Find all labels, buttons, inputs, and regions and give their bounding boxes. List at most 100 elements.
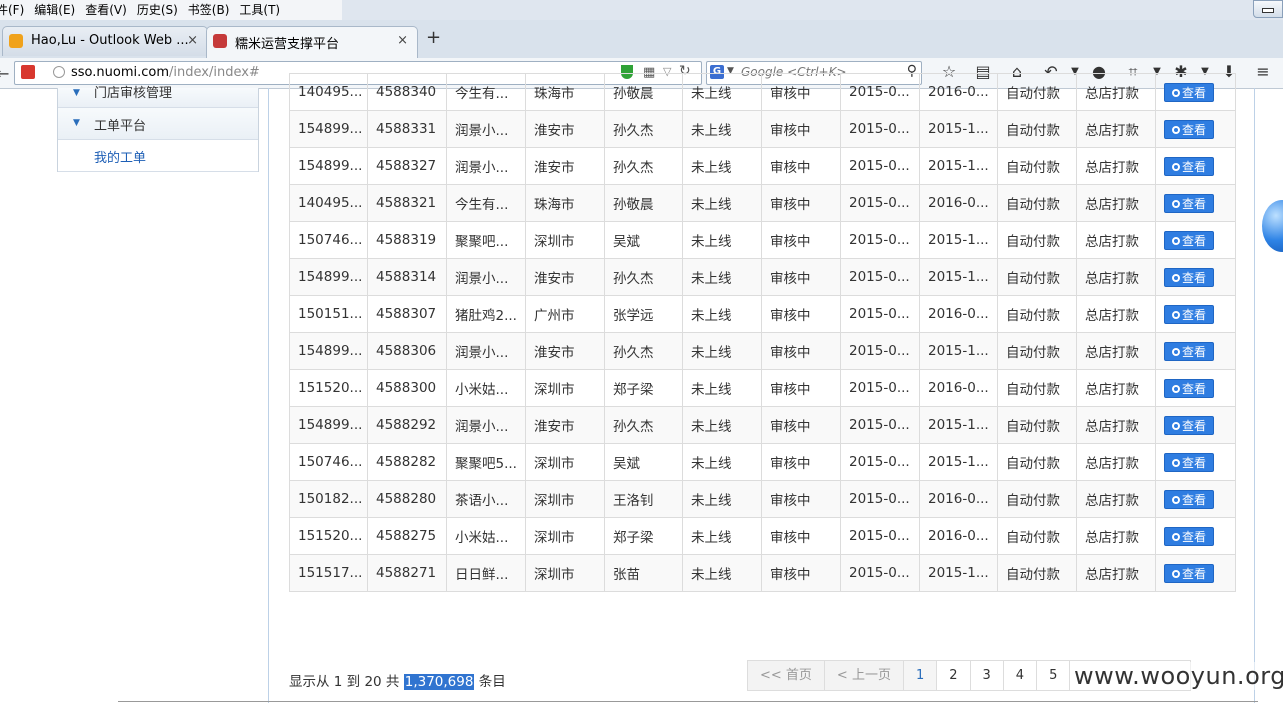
eye-icon [1171, 569, 1180, 578]
table-row: 150746... 4588319 聚聚吧... 深圳市 吴斌 未上线 审核中 2015-0.… [289, 221, 1236, 259]
action-cell: 查看 [1155, 406, 1236, 444]
table-cell: 王洛钊 [604, 480, 683, 518]
table-cell: 审核中 [761, 480, 841, 518]
table-cell: 未上线 [682, 406, 762, 444]
table-cell: 今生有... [446, 184, 526, 222]
page-button-4[interactable]: 4 [1002, 660, 1038, 691]
action-cell: 查看 [1155, 517, 1236, 555]
menu-item[interactable]: 历史(S) [137, 0, 178, 20]
view-button[interactable]: 查看 [1164, 119, 1214, 139]
view-button[interactable]: 查看 [1164, 267, 1214, 287]
view-button[interactable]: 查看 [1164, 193, 1214, 213]
menu-bar: 件(F)编辑(E)查看(V)历史(S)书签(B)工具(T)帮助(H) [0, 0, 342, 37]
view-button[interactable]: 查看 [1164, 415, 1214, 435]
table-cell: 总店打款 [1076, 110, 1156, 148]
table-cell: 淮安市 [525, 258, 605, 296]
table-cell: 今生有... [446, 73, 526, 111]
close-tab-icon[interactable]: × [397, 33, 408, 48]
table-cell: 未上线 [682, 258, 762, 296]
table-cell: 深圳市 [525, 480, 605, 518]
table-cell: 151520... [289, 369, 368, 407]
title-bar [342, 0, 1283, 20]
sidebar-item-my-workorders[interactable]: 我的工单 [58, 140, 258, 172]
table-cell: 茶语小... [446, 480, 526, 518]
prev-page-button[interactable]: < 上一页 [823, 660, 904, 691]
floating-assistant-icon[interactable] [1262, 200, 1283, 252]
table-cell: 深圳市 [525, 554, 605, 592]
view-button[interactable]: 查看 [1164, 230, 1214, 250]
view-button[interactable]: 查看 [1164, 452, 1214, 472]
table-cell: 审核中 [761, 221, 841, 259]
view-button[interactable]: 查看 [1164, 526, 1214, 546]
eye-icon [1171, 162, 1180, 171]
table-cell: 未上线 [682, 110, 762, 148]
table-cell: 润景小... [446, 332, 526, 370]
sidebar-item-label: 工单平台 [94, 119, 147, 134]
table-cell: 郑子梁 [604, 517, 683, 555]
minimize-button[interactable] [1253, 0, 1283, 18]
table-cell: 审核中 [761, 554, 841, 592]
close-tab-icon[interactable]: × [187, 33, 198, 48]
table-cell: 总店打款 [1076, 184, 1156, 222]
first-page-button[interactable]: << 首页 [747, 660, 825, 691]
menu-item[interactable]: 件(F) [0, 0, 24, 20]
table-cell: 总店打款 [1076, 517, 1156, 555]
sidebar-group-workorder[interactable]: ▼ 工单平台 [58, 108, 258, 140]
view-button[interactable]: 查看 [1164, 489, 1214, 509]
eye-icon [1171, 532, 1180, 541]
table-cell: 孙久杰 [604, 110, 683, 148]
tab-outlook[interactable]: Hao,Lu - Outlook Web ... × [2, 26, 208, 56]
page-button-2[interactable]: 2 [936, 660, 971, 691]
table-cell: 4588321 [367, 184, 447, 222]
table-cell: 4588282 [367, 443, 447, 481]
menu-item[interactable]: 查看(V) [85, 0, 127, 20]
table-cell: 小米姑... [446, 517, 526, 555]
table-cell: 2015-1... [919, 554, 998, 592]
table-cell: 未上线 [682, 73, 762, 111]
sidebar-item-store-review[interactable]: ▼ 门店审核管理 [58, 86, 258, 108]
table-cell: 154899... [289, 258, 368, 296]
menu-item[interactable]: 工具(T) [239, 0, 280, 20]
view-label: 查看 [1181, 455, 1206, 470]
table-cell: 2015-1... [919, 406, 998, 444]
table-cell: 吴斌 [604, 443, 683, 481]
eye-icon [1171, 236, 1180, 245]
table-cell: 自动付款 [997, 554, 1077, 592]
page-button-1[interactable]: 1 [902, 660, 938, 691]
table-cell: 4588292 [367, 406, 447, 444]
view-button[interactable]: 查看 [1164, 341, 1214, 361]
table-cell: 4588327 [367, 147, 447, 185]
eye-icon [1171, 88, 1180, 97]
back-button[interactable]: ← [0, 64, 9, 83]
table-cell: 润景小... [446, 110, 526, 148]
menu-item[interactable]: 书签(B) [188, 0, 230, 20]
menu-icon[interactable]: ≡ [1246, 62, 1280, 82]
table-cell: 150151... [289, 295, 368, 333]
table-cell: 2015-0... [840, 332, 920, 370]
page-button-5[interactable]: 5 [1036, 660, 1071, 691]
table-cell: 4588314 [367, 258, 447, 296]
view-label: 查看 [1181, 122, 1206, 137]
view-button[interactable]: 查看 [1164, 563, 1214, 583]
new-tab-button[interactable]: + [426, 27, 441, 48]
table-cell: 珠海市 [525, 73, 605, 111]
table-cell: 2016-0... [919, 184, 998, 222]
view-label: 查看 [1181, 233, 1206, 248]
page-button-3[interactable]: 3 [969, 660, 1004, 691]
table-row: 140495... 4588340 今生有... 珠海市 孙敬晨 未上线 审核中 2015-0… [289, 73, 1236, 111]
view-button[interactable]: 查看 [1164, 82, 1214, 102]
view-button[interactable]: 查看 [1164, 304, 1214, 324]
view-button[interactable]: 查看 [1164, 378, 1214, 398]
table-cell: 张苗 [604, 554, 683, 592]
table-cell: 未上线 [682, 517, 762, 555]
table-cell: 4588275 [367, 517, 447, 555]
table-row: 154899... 4588306 润景小... 淮安市 孙久杰 未上线 审核中 2015-0… [289, 332, 1236, 370]
view-button[interactable]: 查看 [1164, 156, 1214, 176]
view-label: 查看 [1181, 566, 1206, 581]
tab-nuomi[interactable]: 糯米运营支撑平台 × [206, 26, 418, 58]
table-cell: 孙敬晨 [604, 184, 683, 222]
menu-item[interactable]: 编辑(E) [34, 0, 75, 20]
table-cell: 154899... [289, 147, 368, 185]
action-cell: 查看 [1155, 221, 1236, 259]
table-cell: 总店打款 [1076, 443, 1156, 481]
